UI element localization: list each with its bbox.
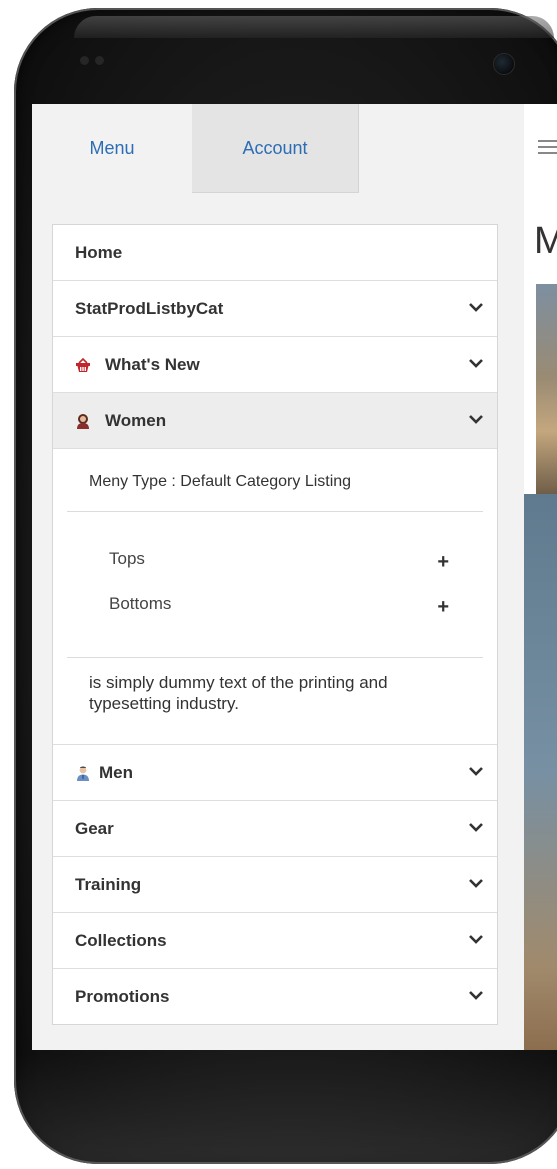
phone-sensors bbox=[80, 56, 104, 65]
chevron-down-icon[interactable] bbox=[469, 301, 483, 313]
chevron-down-icon[interactable] bbox=[469, 413, 483, 425]
page-behind-drawer: M bbox=[522, 104, 557, 1050]
menu-type-label: Meny Type : Default Category Listing bbox=[89, 473, 352, 490]
chevron-down-icon[interactable] bbox=[469, 989, 483, 1001]
menu-item-women[interactable]: Women bbox=[53, 393, 497, 449]
menu-item-label: Men bbox=[99, 762, 133, 782]
chevron-down-icon[interactable] bbox=[469, 933, 483, 945]
page-heading-fragment: M bbox=[534, 220, 557, 262]
menu-item-label: StatProdListbyCat bbox=[75, 298, 224, 318]
menu-item-label: Home bbox=[75, 242, 123, 262]
basket-icon bbox=[75, 357, 91, 373]
plus-icon[interactable]: + bbox=[437, 552, 449, 572]
tab-menu[interactable]: Menu bbox=[32, 104, 192, 192]
tab-account[interactable]: Account bbox=[192, 104, 359, 193]
women-submenu: Meny Type : Default Category Listing Top… bbox=[53, 449, 497, 745]
hamburger-icon[interactable] bbox=[538, 140, 557, 158]
divider bbox=[67, 657, 483, 658]
chevron-down-icon[interactable] bbox=[469, 765, 483, 777]
nav-drawer: Menu Account Home StatProdListbyCat What… bbox=[32, 104, 524, 1050]
camera-icon bbox=[494, 54, 514, 74]
menu-item-whats-new[interactable]: What's New bbox=[53, 337, 497, 393]
menu-item-label: Training bbox=[75, 874, 142, 894]
phone-bottom-edge bbox=[14, 1054, 557, 1164]
menu-item-label: What's New bbox=[105, 354, 200, 374]
plus-icon[interactable]: + bbox=[437, 597, 449, 617]
menu-item-training[interactable]: Training bbox=[53, 857, 497, 913]
menu-item-label: Women bbox=[105, 410, 167, 430]
chevron-down-icon[interactable] bbox=[469, 877, 483, 889]
woman-avatar-icon bbox=[75, 413, 91, 429]
phone-screen: M Menu Account Home StatProdListbyCat Wh… bbox=[32, 104, 557, 1050]
menu-item-men[interactable]: Men bbox=[53, 745, 497, 801]
submenu-description: is simply dummy text of the printing and… bbox=[89, 673, 388, 713]
category-menu: Home StatProdListbyCat What's New Women … bbox=[52, 224, 498, 1025]
chevron-down-icon[interactable] bbox=[469, 357, 483, 369]
menu-item-label: Collections bbox=[75, 930, 167, 950]
hero-image-fragment bbox=[536, 284, 557, 494]
menu-item-statprodlistbycat[interactable]: StatProdListbyCat bbox=[53, 281, 497, 337]
drawer-tabs: Menu Account bbox=[32, 104, 524, 193]
menu-item-label: Promotions bbox=[75, 986, 170, 1006]
divider bbox=[67, 511, 483, 512]
man-avatar-icon bbox=[75, 765, 91, 781]
menu-item-label: Gear bbox=[75, 818, 114, 838]
menu-item-promotions[interactable]: Promotions bbox=[53, 969, 497, 1024]
banner-image-fragment bbox=[522, 494, 557, 1050]
menu-item-home[interactable]: Home bbox=[53, 225, 497, 281]
submenu-link-tops[interactable]: Tops bbox=[109, 549, 145, 569]
phone-top-edge bbox=[74, 16, 554, 38]
submenu-link-bottoms[interactable]: Bottoms bbox=[109, 594, 171, 614]
chevron-down-icon[interactable] bbox=[469, 821, 483, 833]
menu-item-collections[interactable]: Collections bbox=[53, 913, 497, 969]
device-mockup: M Menu Account Home StatProdListbyCat Wh… bbox=[0, 0, 557, 1169]
menu-item-gear[interactable]: Gear bbox=[53, 801, 497, 857]
